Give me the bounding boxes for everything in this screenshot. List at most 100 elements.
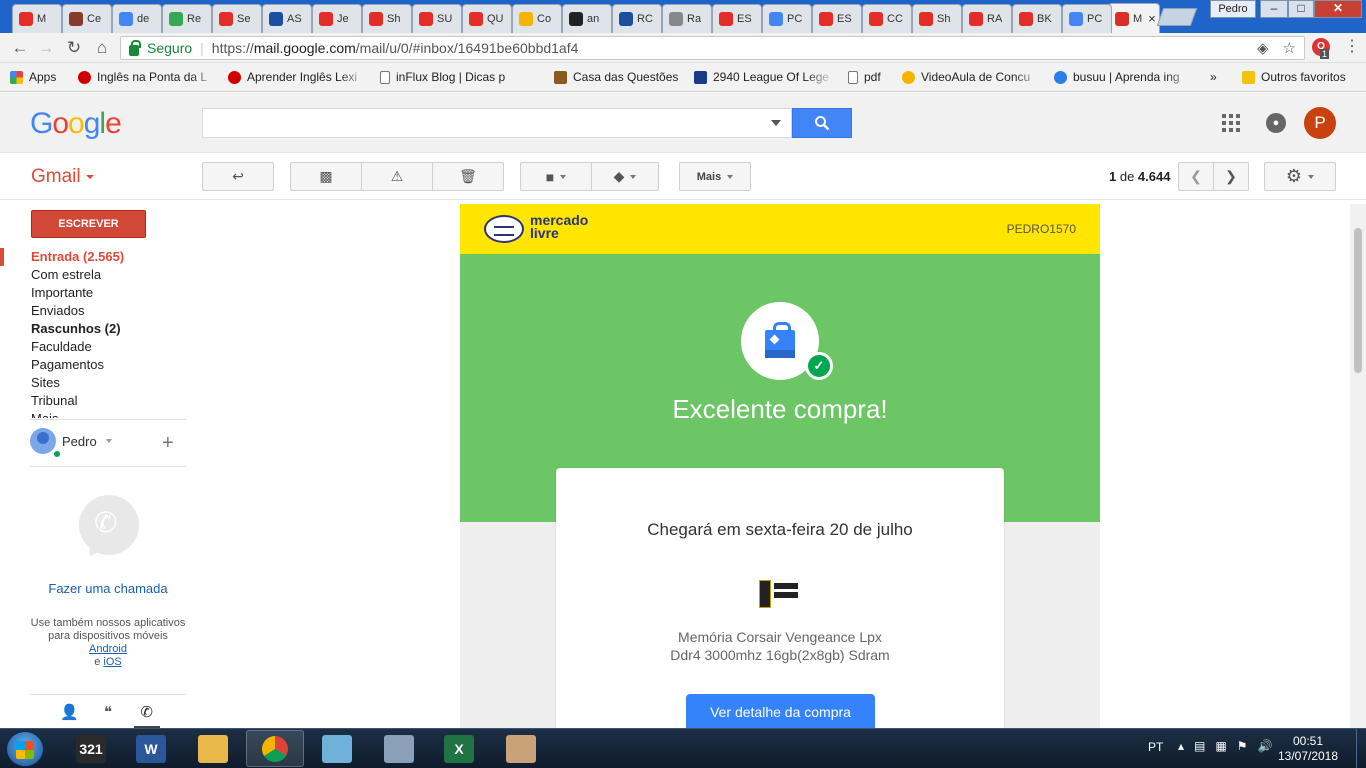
taskbar-paint[interactable] [492,730,550,767]
move-to-button[interactable]: ■ [520,162,592,191]
browser-tab[interactable]: BK [1012,4,1062,33]
browser-tab[interactable]: Re [162,4,212,33]
browser-tab[interactable]: RC [612,4,662,33]
newer-button[interactable]: ❮ [1178,162,1214,191]
browser-tab[interactable]: PC [1062,4,1112,33]
eye-icon[interactable]: ◈ [1257,39,1269,57]
account-avatar[interactable]: P [1304,107,1336,139]
taskbar-file-explorer[interactable] [184,730,242,767]
close-window-button[interactable]: ✕ [1314,0,1362,18]
nav-item[interactable]: Com estrela [0,266,186,284]
scrollbar-thumb[interactable] [1354,228,1362,373]
nav-item[interactable]: Tribunal [0,392,186,410]
compose-button[interactable]: ESCREVER [31,210,146,238]
new-tab-button[interactable] [1156,8,1198,26]
nav-item[interactable]: Faculdade [0,338,186,356]
contacts-person-icon[interactable]: 👤 [56,700,82,728]
taskbar-notes[interactable] [308,730,366,767]
bookmark-item[interactable]: » [1210,70,1226,84]
report-spam-button[interactable]: ⚠ [361,162,433,191]
ios-link[interactable]: iOS [103,656,121,668]
nav-item[interactable]: Sites [0,374,186,392]
bookmark-item[interactable]: pdf [848,70,888,84]
product-name[interactable]: Memória Corsair Vengeance Lpx Ddr4 3000mh… [556,628,1004,664]
search-button[interactable] [792,108,852,138]
phone-call-icon[interactable]: ✆ [133,700,160,728]
input-language[interactable]: PT [1148,740,1163,754]
minimize-button[interactable]: – [1260,0,1288,18]
bookmark-item[interactable]: Inglês na Ponta da L [78,70,218,84]
reload-icon[interactable]: ↻ [64,38,84,58]
browser-tab[interactable]: Ra [662,4,712,33]
nav-item[interactable]: Enviados [0,302,186,320]
google-logo[interactable]: Google [30,107,122,141]
network-icon[interactable]: ▦ [1215,739,1226,753]
older-button[interactable]: ❯ [1213,162,1249,191]
taskbar-calculator[interactable] [370,730,428,767]
taskbar-excel[interactable]: X [430,730,488,767]
home-icon[interactable]: ⌂ [92,38,112,58]
notifications-icon[interactable]: ● [1266,113,1286,133]
bookmark-item[interactable]: Aprender Inglês Lexi [228,70,368,84]
maximize-button[interactable]: □ [1288,0,1314,18]
browser-tab[interactable]: M × [1108,3,1160,33]
browser-tab[interactable]: Sh [362,4,412,33]
browser-menu-icon[interactable]: ⋮ [1344,39,1360,55]
search-options-icon[interactable] [771,120,781,126]
back-icon[interactable]: ← [10,38,30,58]
back-to-inbox-button[interactable]: ↩ [202,162,274,191]
show-hidden-icons-icon[interactable]: ▴ [1178,739,1184,753]
browser-tab[interactable]: SU [412,4,462,33]
browser-tab[interactable]: Sh [912,4,962,33]
browser-tab[interactable]: ES [712,4,762,33]
nav-item[interactable]: Rascunhos (2) [0,320,186,338]
browser-tab[interactable]: QU [462,4,512,33]
bookmark-item[interactable]: 2940 League Of Lege [694,70,834,84]
bookmark-item[interactable]: VideoAula de Concu [902,70,1042,84]
start-button[interactable] [6,731,44,767]
browser-profile-button[interactable]: Pedro [1210,0,1256,18]
forward-icon[interactable]: → [36,38,56,58]
labels-button[interactable]: ◆ [591,162,659,191]
more-actions-button[interactable]: Mais [679,162,751,191]
browser-tab[interactable]: M [12,4,62,33]
bookmark-item[interactable]: Casa das Questões [554,70,684,84]
clock[interactable]: 00:51 13/07/2018 [1276,734,1340,764]
delete-button[interactable]: 🗑 [432,162,504,191]
browser-tab[interactable]: ES [812,4,862,33]
browser-tab[interactable]: Co [512,4,562,33]
taskbar-chrome[interactable] [246,730,304,767]
omnibox[interactable]: Seguro | https://mail.google.com/mail/u/… [120,36,1305,60]
browser-tab[interactable]: an [562,4,612,33]
bookmark-item[interactable]: Apps [10,70,70,84]
device-icon[interactable]: ▤ [1194,739,1205,753]
nav-item[interactable]: Pagamentos [0,356,186,374]
browser-tab[interactable]: RA [962,4,1012,33]
show-desktop-button[interactable] [1356,729,1366,768]
view-purchase-detail-button[interactable]: Ver detalhe da compra [686,694,875,728]
bookmark-item[interactable]: busuu | Aprenda ing [1054,70,1194,84]
make-call-link[interactable]: Fazer uma chamada [30,581,186,596]
browser-tab[interactable]: CC [862,4,912,33]
conversation-quote-icon[interactable]: ❝ [95,700,121,728]
bookmark-item[interactable]: Outros favoritos [1242,70,1362,84]
product-image[interactable] [756,580,800,608]
nav-item[interactable]: Mais [0,410,186,418]
browser-tab[interactable]: AS [262,4,312,33]
volume-icon[interactable]: 🔊 [1257,739,1272,753]
new-conversation-icon[interactable]: + [162,432,174,455]
google-apps-icon[interactable] [1222,114,1240,132]
archive-button[interactable]: ▩ [290,162,362,191]
taskbar-word[interactable]: W [122,730,180,767]
settings-button[interactable]: ⚙ [1264,162,1336,191]
nav-item[interactable]: Importante [0,284,186,302]
browser-tab[interactable]: Je [312,4,362,33]
hangouts-user[interactable]: Pedro [30,428,112,454]
taskbar-media-player[interactable]: 321 [62,730,120,767]
flag-icon[interactable]: ⚑ [1237,739,1248,753]
nav-item[interactable]: Entrada (2.565) [0,248,186,266]
bookmark-star-icon[interactable]: ☆ [1283,39,1296,57]
browser-tab[interactable]: Se [212,4,262,33]
gmail-menu[interactable]: Gmail [31,166,94,188]
search-input[interactable] [202,108,792,138]
